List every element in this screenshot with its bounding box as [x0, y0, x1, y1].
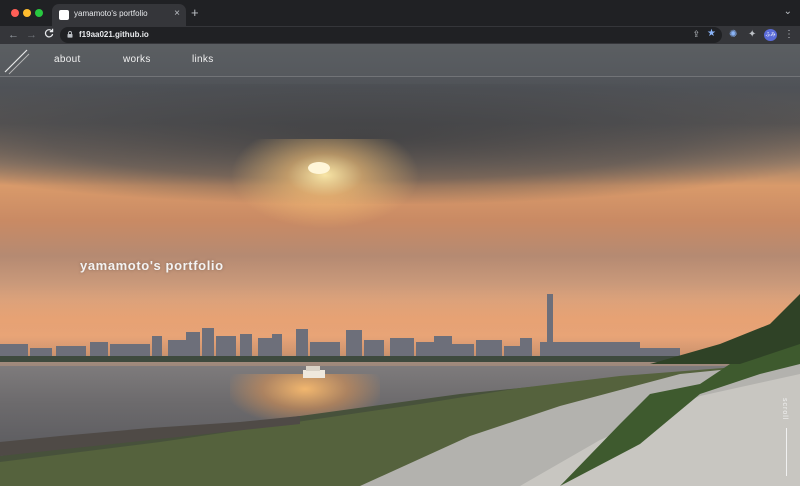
- page-viewport: about works links yamamoto's portfolio s…: [0, 44, 800, 486]
- maximize-window-button[interactable]: [35, 9, 43, 17]
- address-bar[interactable]: f19aa021.github.io ⇪ ★: [60, 27, 722, 43]
- site-navbar: about works links: [0, 44, 800, 77]
- browser-menu-icon[interactable]: ⋮: [784, 28, 794, 42]
- hero-title: yamamoto's portfolio: [80, 258, 224, 273]
- extension-icon[interactable]: ✺: [729, 28, 737, 42]
- scroll-line: [786, 428, 787, 476]
- bookmark-star-icon[interactable]: ★: [707, 28, 716, 39]
- nav-link-works[interactable]: works: [123, 54, 151, 65]
- scroll-indicator[interactable]: scroll: [781, 398, 793, 478]
- minimize-window-button[interactable]: [23, 9, 31, 17]
- favicon-icon: [59, 10, 69, 20]
- tab-search-chevron-icon[interactable]: ⌄: [784, 6, 792, 17]
- share-icon[interactable]: ⇪: [692, 29, 700, 40]
- close-window-button[interactable]: [11, 9, 19, 17]
- browser-toolbar: ← → f19aa021.github.io ⇪ ★ ✺ ✦ ふみ ⋮: [0, 26, 800, 44]
- browser-tab[interactable]: yamamoto's portfolio ×: [52, 4, 186, 26]
- nav-link-about[interactable]: about: [54, 54, 81, 65]
- close-icon[interactable]: ×: [174, 8, 180, 20]
- reload-button[interactable]: [44, 28, 54, 42]
- profile-avatar[interactable]: ふみ: [764, 29, 777, 41]
- scroll-label: scroll: [781, 398, 788, 421]
- site-logo[interactable]: [2, 47, 30, 75]
- new-tab-button[interactable]: +: [191, 6, 199, 20]
- nav-link-links[interactable]: links: [192, 54, 214, 65]
- lock-icon: [67, 31, 73, 38]
- reload-icon: [44, 28, 54, 38]
- forward-button[interactable]: →: [26, 28, 37, 42]
- back-button[interactable]: ←: [8, 28, 19, 42]
- browser-titlebar: yamamoto's portfolio × + ⌄: [0, 0, 800, 26]
- tab-title: yamamoto's portfolio: [74, 9, 148, 18]
- extensions-puzzle-icon[interactable]: ✦: [748, 28, 756, 42]
- url-text: f19aa021.github.io: [79, 30, 149, 39]
